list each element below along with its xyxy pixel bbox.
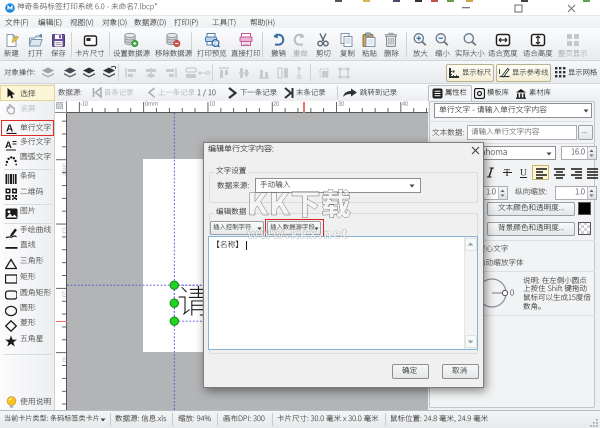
svg-text:A: A [6,123,13,134]
svg-text:A: A [5,140,12,151]
svg-text:T: T [504,168,510,179]
